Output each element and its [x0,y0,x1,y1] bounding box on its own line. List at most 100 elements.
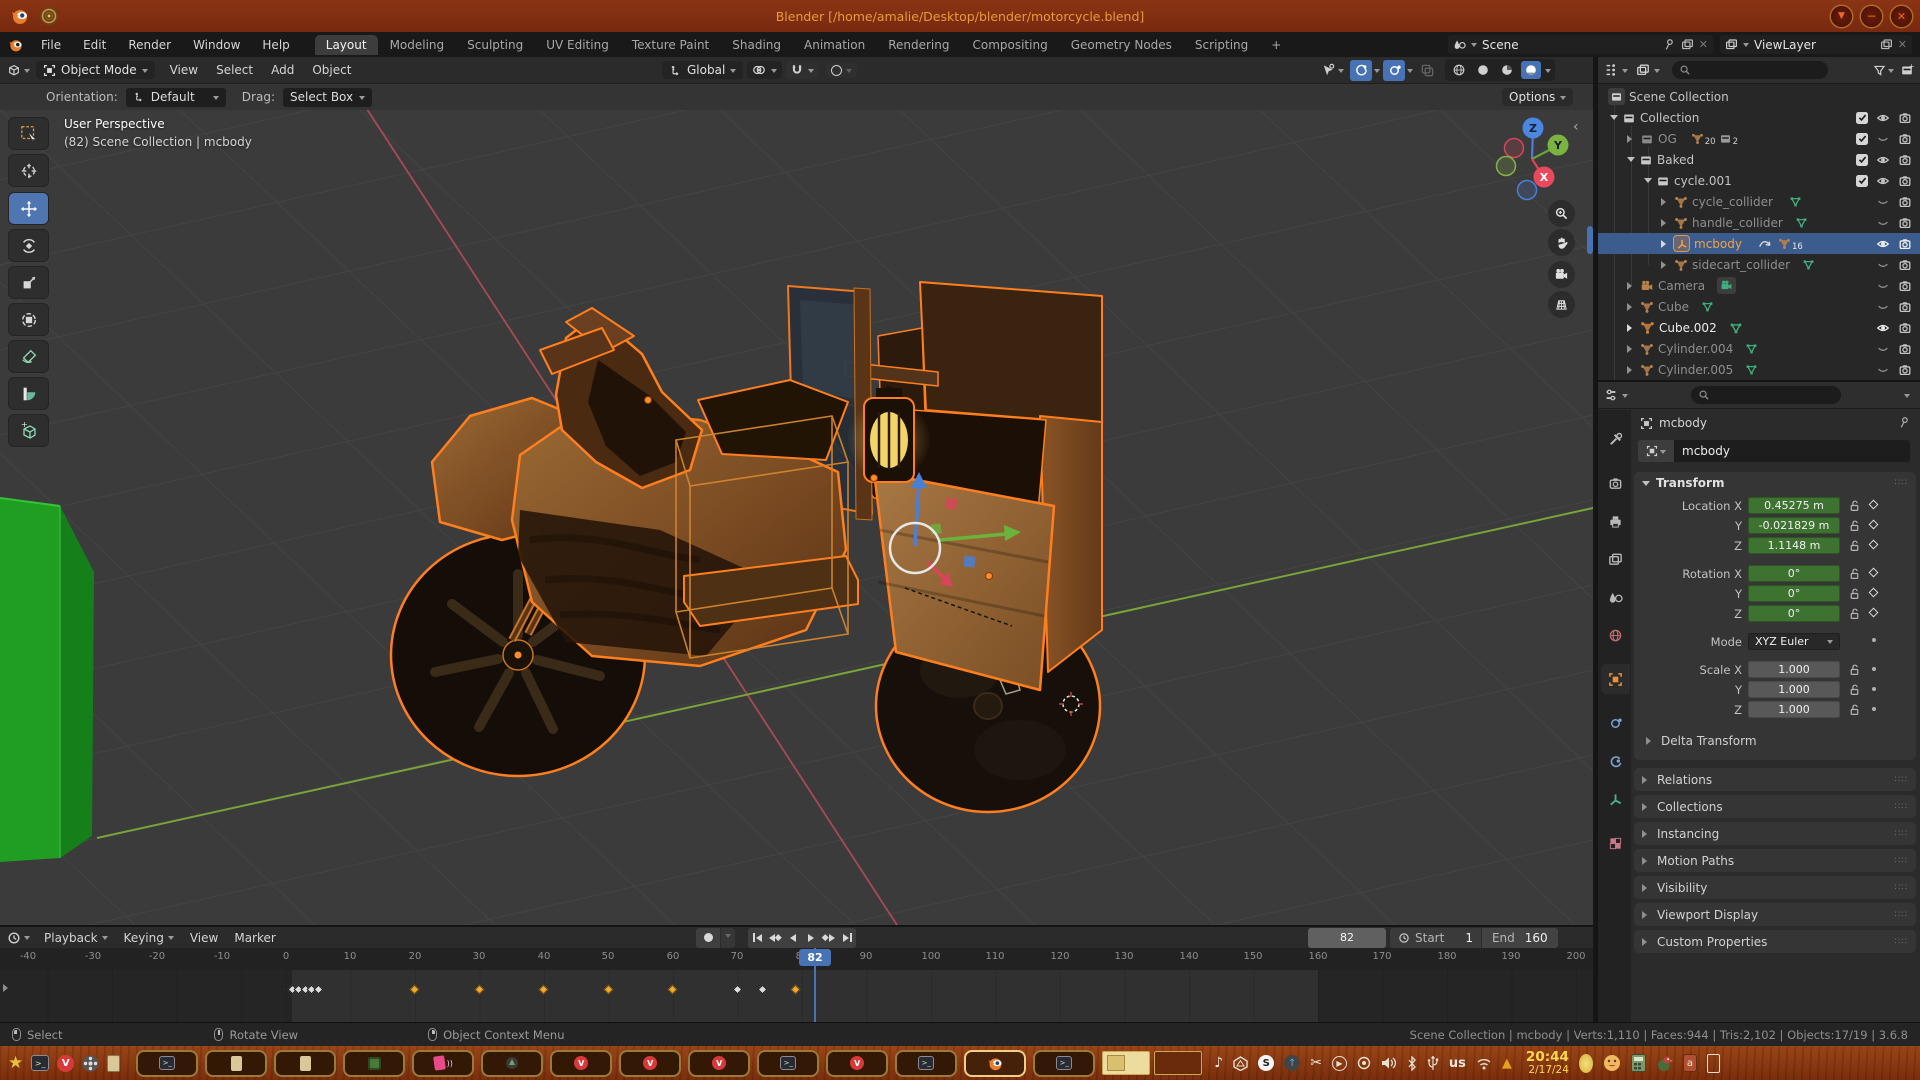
hide-eye-closed-icon[interactable] [1876,363,1890,377]
new-scene-icon[interactable] [1681,38,1694,51]
workspace-tab-shading[interactable]: Shading [721,35,792,55]
collections-panel[interactable]: Collections∷∷ [1634,795,1916,818]
tab-render[interactable] [1601,468,1630,498]
tool-transform[interactable] [9,304,48,335]
hide-eye-closed-icon[interactable] [1876,132,1890,146]
workspace-tab-uv-editing[interactable]: UV Editing [535,35,620,55]
lock-icon[interactable] [1848,587,1861,600]
animate-dot-icon[interactable] [1872,687,1876,691]
new-view-layer-icon[interactable] [1880,38,1893,51]
tab-texture[interactable] [1601,828,1630,858]
task-vivaldi[interactable]: V [688,1050,750,1077]
egg-applet-icon[interactable] [1579,1054,1593,1073]
shading-solid-button[interactable] [1473,63,1493,77]
play-button[interactable] [802,928,820,948]
task-vivaldi[interactable]: V [619,1050,681,1077]
menu-keying[interactable]: Keying [116,927,182,948]
render-camera-icon[interactable] [1898,153,1912,167]
hide-eye-closed-icon[interactable] [1876,300,1890,314]
menu-file[interactable]: File [30,32,72,57]
task-vivaldi[interactable]: V [826,1050,888,1077]
launcher-files-icon[interactable] [107,1055,120,1072]
workspace-tab-layout[interactable]: Layout [315,35,378,55]
auto-keying-toggle[interactable] [696,928,720,948]
view-layer-selector[interactable]: ViewLayer ✕ [1720,35,1912,54]
task-file[interactable] [205,1050,267,1077]
timeline-channel[interactable] [0,970,1593,1022]
next-keyframe-button[interactable] [820,928,838,948]
outliner-display-mode-icon[interactable] [1636,63,1650,77]
current-frame-field[interactable]: 82 [1308,928,1386,948]
jump-to-end-button[interactable] [838,928,856,948]
outliner-row-cube-002[interactable]: Cube.002 [1598,317,1920,338]
task-file[interactable] [274,1050,336,1077]
tool-annotate[interactable] [9,341,48,372]
render-camera-icon[interactable] [1898,132,1912,146]
tab-object-data[interactable] [1601,784,1630,814]
menu-timeline-view[interactable]: View [182,927,226,948]
task-media-player[interactable]: )) [412,1050,474,1077]
emoji-applet-icon[interactable] [1603,1054,1621,1072]
task-app[interactable] [481,1050,543,1077]
menu-window[interactable]: Window [182,32,251,57]
location-z-field[interactable]: 1.1148 m [1748,537,1840,554]
remove-view-layer-icon[interactable]: ✕ [1898,38,1907,51]
unlink-scene-icon[interactable]: ✕ [1699,38,1708,51]
collection-checkbox[interactable] [1856,175,1868,187]
properties-search-input[interactable] [1691,386,1841,404]
delta-transform-panel[interactable]: Delta Transform [1646,734,1757,748]
timeline-ruler[interactable]: -40-30-20-100102030405060708090100110120… [0,948,1593,970]
tool-select-box[interactable] [9,118,48,149]
expand-icon[interactable] [1644,178,1652,187]
outliner-display-mode-dropdown[interactable] [1654,69,1660,76]
animate-dot-icon[interactable] [1872,667,1876,671]
shade-window-button[interactable]: ▼ [1831,6,1852,27]
expand-icon[interactable] [1627,135,1636,143]
workspace-tab-sculpting[interactable]: Sculpting [456,35,534,55]
rotation-y-field[interactable]: 0° [1748,585,1840,602]
task-terminal[interactable]: >_ [1033,1050,1095,1077]
rotation-x-field[interactable]: 0° [1748,565,1840,582]
keyframe-diamond-selected[interactable] [410,985,420,995]
usb-tray-icon[interactable] [1427,1056,1439,1071]
keyboard-layout-indicator[interactable]: us [1449,1056,1466,1071]
render-camera-icon[interactable] [1898,111,1912,125]
outliner-search-input[interactable] [1672,61,1828,79]
render-camera-icon[interactable] [1898,258,1912,272]
snap-settings-dropdown[interactable] [808,69,814,76]
hide-eye-closed-icon[interactable] [1876,258,1890,272]
channel-expand-icon[interactable] [3,984,12,992]
timeline-editor-type-button[interactable] [7,931,30,945]
lock-icon[interactable] [1848,519,1861,532]
menu-marker[interactable]: Marker [226,927,283,948]
outliner-row-cylinder-004[interactable]: Cylinder.004 [1598,338,1920,359]
proportional-editing-icon[interactable] [831,65,842,76]
outliner-editor-icon[interactable] [1604,63,1618,77]
window-titlebar[interactable]: Blender [/home/amalie/Desktop/blender/mo… [0,0,1920,32]
minimize-button[interactable]: − [1861,6,1882,27]
hide-eye-closed-icon[interactable] [1876,279,1890,293]
blender-menu-icon[interactable] [8,37,24,53]
render-camera-icon[interactable] [1898,237,1912,251]
pin-id-icon[interactable] [1898,416,1911,429]
task-terminal[interactable]: >_ [757,1050,819,1077]
tool-scale[interactable] [9,267,48,298]
snap-magnet-icon[interactable] [790,63,804,77]
rotation-z-field[interactable]: 0° [1748,605,1840,622]
mode-dropdown[interactable]: Object Mode [36,61,155,79]
collection-checkbox[interactable] [1856,112,1868,124]
shading-wireframe-button[interactable] [1449,63,1469,77]
taskbar-clock[interactable]: 20:44 2/17/24 [1526,1050,1569,1076]
hide-eye-icon[interactable] [1876,153,1890,167]
outliner-editor-dropdown[interactable] [1622,69,1628,76]
new-collection-icon[interactable]: + [1900,63,1914,77]
editor-type-button[interactable] [7,63,30,77]
menu-view[interactable]: View [161,57,207,83]
lock-icon[interactable] [1848,663,1861,676]
outliner-row-cycle-001[interactable]: cycle.001 [1598,170,1920,191]
properties-options-dropdown[interactable] [1904,394,1910,401]
workspace-pager-active[interactable] [1102,1051,1150,1075]
screenshot-tray-icon[interactable]: ✂ [1310,1055,1322,1071]
outliner-row-sidecart-collider[interactable]: sidecart_collider [1598,254,1920,275]
shading-rendered-button[interactable] [1521,61,1541,79]
